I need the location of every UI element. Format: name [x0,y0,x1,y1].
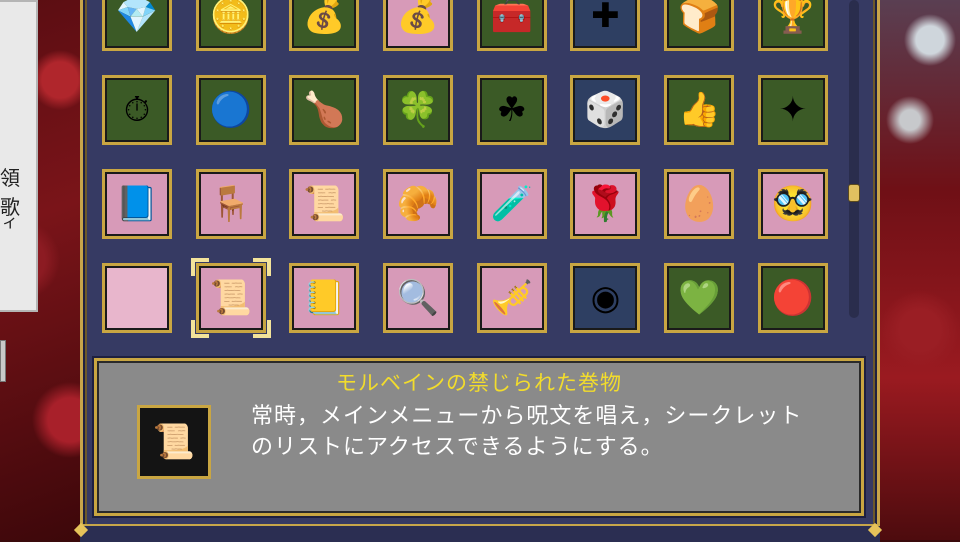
item-slot[interactable]: 👍 [664,75,735,145]
item-slot[interactable]: 🌹 [570,169,641,239]
item-description-box: モルベインの禁じられた巻物 📜 常時，メインメニューから呪文を唱え，シークレット… [94,358,864,516]
item-icon: 📜 [209,278,252,318]
item-slot[interactable]: 🪑 [195,169,266,239]
selection-cursor-corner [190,258,209,276]
item-slot[interactable]: 🧪 [476,169,547,239]
item-icon: 📘 [115,184,159,224]
item-icon: 🧪 [490,184,533,224]
item-slot[interactable]: ☘ [476,75,547,145]
item-icon: 💚 [677,278,721,318]
side-menu-label-2: ィ [2,212,19,231]
background-right [870,0,960,540]
item-slot[interactable]: 🎲 [570,75,641,145]
item-icon: 🥚 [677,184,721,224]
item-icon: 🔵 [209,90,252,130]
item-icon: 🧰 [490,0,533,36]
item-slot[interactable]: ◉ [570,263,641,333]
item-slot[interactable]: 🥚 [664,169,735,239]
scroll-icon: 📜 [152,422,196,462]
item-icon: 🎲 [584,90,627,130]
item-slot[interactable]: 🔵 [195,75,266,145]
item-slot[interactable]: 🏆 [757,0,828,51]
item-icon: 👍 [677,90,721,130]
item-icon: 🥐 [396,184,440,224]
item-icon: 🍀 [396,90,440,130]
item-description-text: 常時，メインメニューから呪文を唱え，シークレット のリストにアクセスできるように… [251,401,851,463]
item-slot[interactable]: 🔍 [383,263,454,333]
item-slot[interactable]: 🥐 [383,169,454,239]
description-line-2: のリストにアクセスできるようにする。 [251,435,664,460]
item-slot[interactable]: 📜 [190,258,271,338]
item-slot[interactable]: ⏱ [102,75,172,145]
item-slot[interactable]: 🍀 [383,75,454,145]
item-icon: 🔴 [771,278,814,318]
item-icon: 📒 [303,278,346,318]
item-icon: 💎 [115,0,159,36]
item-icon: 🪙 [209,0,252,36]
selection-cursor-corner [252,320,271,338]
item-slot[interactable]: 🍞 [664,0,735,51]
item-slot[interactable]: 💚 [664,263,735,333]
item-icon: 💰 [303,0,346,36]
item-icon: 📜 [303,184,346,224]
item-slot[interactable]: ✚ [570,0,641,51]
item-slot[interactable]: 💰 [383,0,454,51]
item-slot[interactable]: 🎺 [476,263,547,333]
item-preview-icon: 📜 [137,405,211,479]
item-slot[interactable]: 📜 [289,169,360,239]
item-slot[interactable]: 🧰 [476,0,547,51]
item-slot[interactable]: 🥸 [757,169,828,239]
selection-cursor-corner [252,258,271,276]
item-icon: 🍞 [677,0,721,36]
side-menu-panel[interactable]: 領歌 ィ [0,0,38,312]
item-slot[interactable]: 🍗 [289,75,360,145]
item-icon: 💰 [396,0,440,36]
item-icon: ☘ [496,90,527,130]
item-icon: 🌹 [584,184,627,224]
item-icon: 🎺 [490,278,533,318]
scroll-thumb[interactable] [848,184,860,202]
item-slot[interactable] [102,263,172,333]
item-slot[interactable]: 🪙 [195,0,266,51]
item-icon: 🍗 [303,90,346,130]
side-tab[interactable] [0,340,6,382]
item-slot[interactable]: 💎 [102,0,172,51]
item-icon: 🪑 [209,184,252,224]
item-icon: 🏆 [771,0,814,36]
item-slot[interactable]: 📘 [102,169,172,239]
item-icon: ⏱ [123,90,151,130]
selection-cursor-corner [190,320,209,338]
item-slot[interactable]: 💰 [289,0,360,51]
item-icon: 🥸 [771,184,814,224]
item-title: モルベインの禁じられた巻物 [336,371,622,395]
item-slot[interactable]: 📒 [289,263,360,333]
item-slot[interactable]: ✦ [757,75,828,145]
item-slot[interactable]: 🔴 [757,263,828,333]
panel-bottom-border [80,524,880,542]
item-grid: 💎 🪙 💰 💰 🧰 ✚ 🍞 🏆 ⏱ 🔵 🍗 🍀 ☘ 🎲 👍 ✦ 📘 🪑 📜 🥐 🧪 🌹 🥚 🥸 📜 📒 🔍 🎺 ◉ 💚 🔴 [102,0,828,338]
description-line-1: 常時，メインメニューから呪文を唱え，シークレット [251,404,803,429]
item-icon: ◉ [590,278,621,318]
item-icon: 🔍 [396,278,440,318]
item-icon: ✚ [591,0,620,36]
item-icon: ✦ [778,90,808,130]
scrollbar[interactable] [848,0,860,318]
